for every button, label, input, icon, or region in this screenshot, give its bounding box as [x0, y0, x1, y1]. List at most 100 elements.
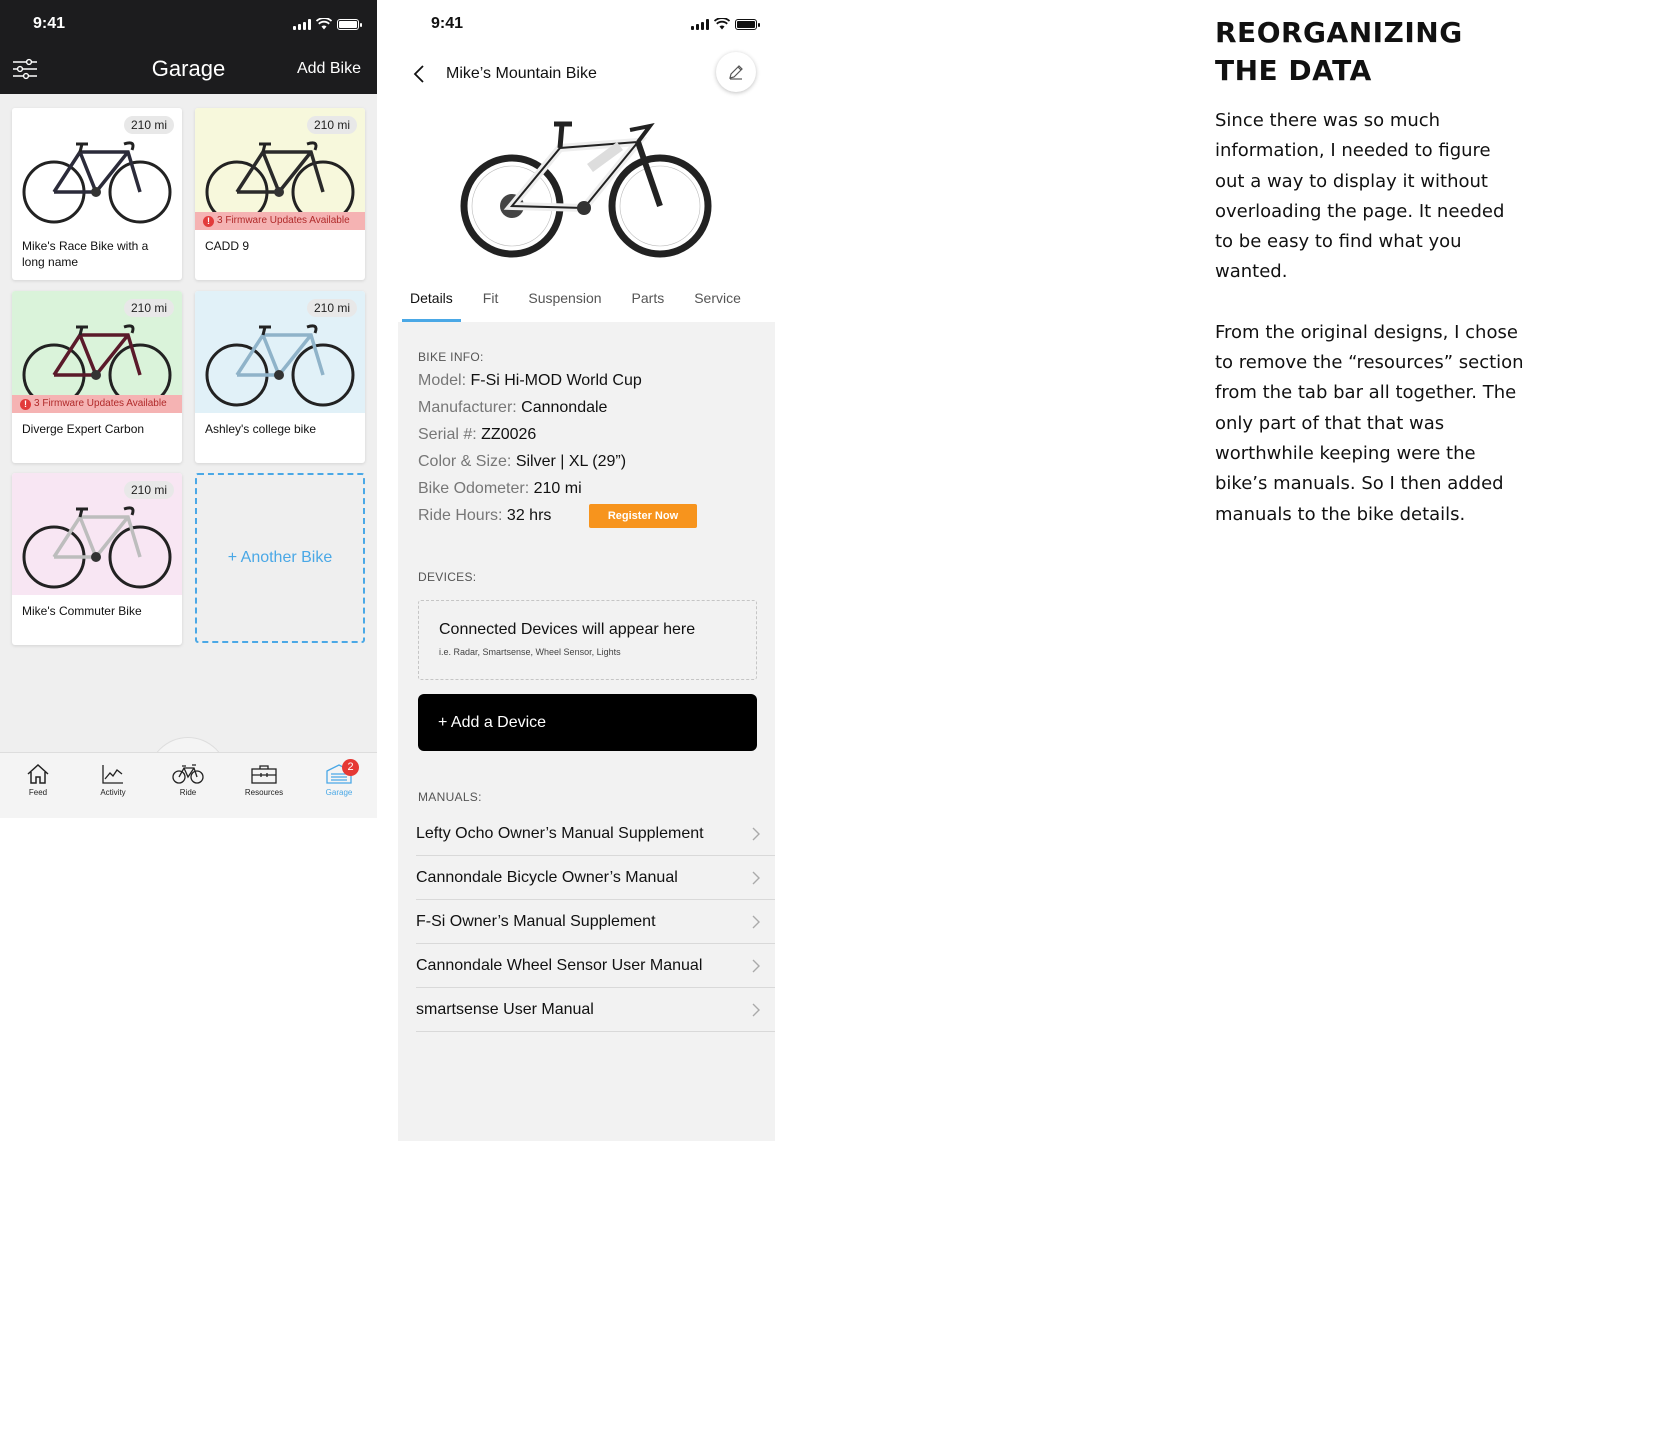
add-bike-button[interactable]: Add Bike — [297, 60, 361, 78]
info-value: Cannondale — [521, 399, 608, 416]
manual-title: F-Si Owner’s Manual Supplement — [416, 913, 656, 930]
tab-parts[interactable]: Parts — [632, 276, 665, 322]
mountain-bike-image — [460, 121, 712, 258]
status-time: 9:41 — [431, 15, 464, 32]
toolbox-icon — [251, 765, 277, 784]
chevron-right-icon — [752, 871, 760, 885]
info-key: Manufacturer: — [418, 399, 522, 416]
bottom-tabbar: Feed Activity Ride Resources Garage 2 — [0, 752, 377, 818]
signal-icon — [691, 18, 709, 30]
bike-info-row: Serial #: ZZ0026 — [418, 426, 536, 444]
manual-item[interactable]: Cannondale Wheel Sensor User Manual — [416, 944, 775, 988]
edit-button[interactable] — [716, 52, 756, 92]
devices-label: DEVICES: — [418, 570, 477, 584]
manual-title: Cannondale Wheel Sensor User Manual — [416, 957, 703, 974]
manual-item[interactable]: F-Si Owner’s Manual Supplement — [416, 900, 775, 944]
bike-details-screen: 9:41 Mike’s Mountain Bike Details Fit Susp… — [398, 0, 775, 1141]
odometer-badge: 210 mi — [306, 299, 357, 317]
firmware-alert[interactable]: ! 3 Firmware Updates Available — [195, 212, 365, 230]
odometer-badge: 210 mi — [123, 299, 174, 317]
status-icons — [691, 18, 760, 30]
info-key: Bike Odometer: — [418, 480, 534, 497]
bike-card[interactable]: 210 mi ! 3 Firmware Updates Available CADD … — [195, 108, 365, 280]
manual-title: Lefty Ocho Owner’s Manual Supplement — [416, 825, 704, 842]
add-another-bike-card[interactable]: + Another Bike — [195, 473, 365, 643]
back-chevron-icon[interactable] — [410, 62, 430, 86]
manual-item[interactable]: Lefty Ocho Owner’s Manual Supplement — [416, 812, 775, 856]
info-value: Silver | XL (29”) — [515, 453, 627, 470]
bike-image-area: 210 mi — [12, 108, 182, 230]
firmware-alert-text: 3 Firmware Updates Available — [217, 215, 350, 226]
bike-name: Mike's Commuter Bike — [22, 604, 142, 618]
tab-garage-label: Garage — [325, 788, 353, 797]
manual-title: smartsense User Manual — [416, 1001, 594, 1018]
bike-image-area: 210 mi ! 3 Firmware Updates Available — [12, 291, 182, 413]
battery-icon — [735, 18, 760, 30]
bike-icon — [172, 764, 204, 784]
register-now-button[interactable]: Register Now — [589, 504, 697, 528]
details-header: 9:41 Mike’s Mountain Bike Details Fit Susp… — [398, 0, 775, 322]
info-value: 32 hrs — [506, 507, 552, 524]
garage-screen: 9:41 Garage Add Bike 210 mi Mike's Race B… — [0, 0, 377, 818]
odometer-badge: 210 mi — [306, 116, 357, 134]
manual-item[interactable]: Cannondale Bicycle Owner’s Manual — [416, 856, 775, 900]
info-key: Model: — [418, 372, 471, 389]
tab-ride-label: Ride — [179, 788, 197, 797]
tab-resources[interactable]: Resources — [234, 763, 294, 797]
bike-info-row: Model: F-Si Hi-MOD World Cup — [418, 372, 642, 390]
manual-item[interactable]: smartsense User Manual — [416, 988, 775, 1032]
activity-chart-icon — [102, 765, 123, 784]
tab-feed-label: Feed — [28, 788, 48, 797]
tab-service[interactable]: Service — [694, 276, 741, 322]
wifi-icon — [316, 18, 332, 30]
devices-empty-state: Connected Devices will appear here i.e. … — [418, 600, 757, 680]
notification-badge: 2 — [342, 759, 359, 776]
tab-fit[interactable]: Fit — [483, 276, 499, 322]
odometer-badge: 210 mi — [123, 481, 174, 499]
info-key: Color & Size: — [418, 453, 516, 470]
bike-card[interactable]: 210 mi ! 3 Firmware Updates Available Diver… — [12, 291, 182, 463]
tab-ride[interactable]: Ride — [158, 763, 218, 797]
tab-details[interactable]: Details — [402, 276, 461, 322]
bike-title: Mike’s Mountain Bike — [446, 65, 597, 82]
signal-icon — [293, 18, 311, 30]
tab-activity-label: Activity — [100, 788, 126, 797]
bike-image-area: 210 mi ! 3 Firmware Updates Available — [195, 108, 365, 230]
status-time: 9:41 — [33, 15, 66, 32]
bike-image-area: 210 mi — [195, 291, 365, 413]
devices-empty-subtitle: i.e. Radar, Smartsense, Wheel Sensor, Li… — [439, 647, 621, 657]
article-paragraph-2: From the original designs, I chose to re… — [1215, 321, 1524, 525]
article-paragraph-1: Since there was so much information, I n… — [1215, 110, 1505, 283]
bike-image — [22, 141, 172, 224]
bike-image — [205, 324, 355, 407]
bike-card[interactable]: 210 mi Ashley's college bike — [195, 291, 365, 463]
add-device-button[interactable]: + Add a Device — [418, 694, 757, 751]
bike-info-row: Ride Hours: 32 hrs — [418, 507, 551, 525]
bike-info-row: Color & Size: Silver | XL (29”) — [418, 453, 626, 471]
tab-garage[interactable]: Garage 2 — [309, 759, 369, 797]
bike-name: Ashley's college bike — [205, 422, 317, 436]
info-key: Serial #: — [418, 426, 482, 443]
bike-name: CADD 9 — [205, 239, 250, 253]
devices-empty-title: Connected Devices will appear here — [439, 621, 696, 638]
bike-card[interactable]: 210 mi Mike's Race Bike with a long name — [12, 108, 182, 280]
bike-info-row: Manufacturer: Cannondale — [418, 399, 607, 417]
pencil-icon — [729, 65, 743, 80]
bike-info-row: Bike Odometer: 210 mi — [418, 480, 582, 498]
bike-image-area: 210 mi — [12, 473, 182, 595]
firmware-alert[interactable]: ! 3 Firmware Updates Available — [12, 395, 182, 413]
chevron-right-icon — [752, 827, 760, 841]
wifi-icon — [714, 18, 730, 30]
tab-suspension[interactable]: Suspension — [528, 276, 601, 322]
tab-activity[interactable]: Activity — [83, 763, 143, 797]
alert-icon: ! — [20, 399, 31, 410]
tab-feed[interactable]: Feed — [8, 763, 68, 797]
bike-name: Diverge Expert Carbon — [22, 422, 145, 436]
status-icons — [293, 18, 362, 30]
article: REORGANIZING THE DATA Since there was so… — [1215, 14, 1525, 530]
battery-icon — [337, 18, 362, 30]
tab-resources-label: Resources — [244, 788, 284, 797]
article-heading: REORGANIZING THE DATA — [1215, 16, 1463, 87]
bike-card[interactable]: 210 mi Mike's Commuter Bike — [12, 473, 182, 645]
bike-image — [22, 506, 172, 589]
